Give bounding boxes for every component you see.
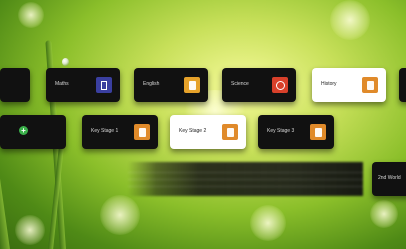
atom-icon <box>272 77 288 93</box>
bokeh-light <box>100 195 140 235</box>
tile-history-label: History <box>321 81 337 87</box>
document-icon <box>310 124 326 140</box>
calculator-icon <box>96 77 112 93</box>
add-tile[interactable]: + <box>0 115 66 149</box>
tile-key-stage-3[interactable]: Key Stage 3 <box>258 115 334 149</box>
tile-2nd-world[interactable]: 2nd World <box>372 162 406 196</box>
tile-science[interactable]: Science <box>222 68 296 102</box>
bokeh-light <box>250 205 286 241</box>
desktop-background: Maths English Science History + Key Stag… <box>0 0 406 249</box>
bokeh-light <box>18 2 44 28</box>
plus-icon: + <box>19 126 28 135</box>
scroll-icon <box>362 77 378 93</box>
tile-key-stage-2[interactable]: Key Stage 2 <box>170 115 246 149</box>
tile-maths[interactable]: Maths <box>46 68 120 102</box>
scrolling-row-motion-blur <box>128 162 363 196</box>
document-icon <box>222 124 238 140</box>
tile-partial-left[interactable] <box>0 68 30 102</box>
tile-key-stage-1[interactable]: Key Stage 1 <box>82 115 158 149</box>
tile-partial-right[interactable] <box>399 68 406 102</box>
tile-history[interactable]: History <box>312 68 386 102</box>
tile-english[interactable]: English <box>134 68 208 102</box>
tile-key-stage-2-label: Key Stage 2 <box>179 128 207 134</box>
bokeh-light <box>370 200 398 228</box>
dew-drop <box>62 58 69 66</box>
tile-key-stage-3-label: Key Stage 3 <box>267 128 295 134</box>
tile-english-label: English <box>143 81 160 87</box>
document-icon <box>134 124 150 140</box>
grass-blade <box>0 150 10 249</box>
tile-2nd-world-label: 2nd World <box>378 175 401 181</box>
bokeh-light <box>330 0 370 40</box>
book-icon <box>184 77 200 93</box>
tile-maths-label: Maths <box>55 81 69 87</box>
tile-science-label: Science <box>231 81 249 87</box>
tile-key-stage-1-label: Key Stage 1 <box>91 128 119 134</box>
bokeh-light <box>15 215 45 245</box>
